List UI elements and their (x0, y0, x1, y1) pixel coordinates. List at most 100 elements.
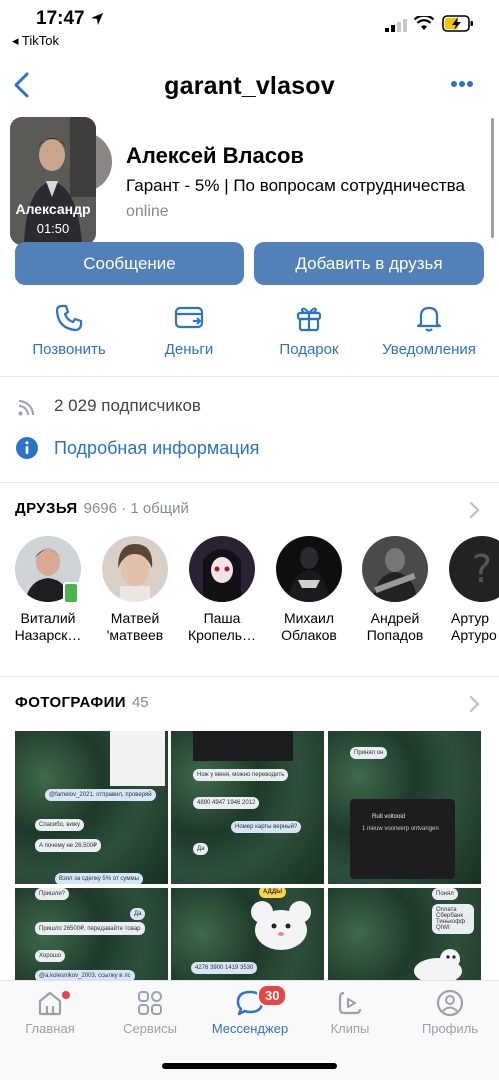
photo-text: Да (130, 908, 146, 920)
friend-surname: 'матвеев (106, 627, 164, 643)
friends-section-header[interactable]: ДРУЗЬЯ 9696 · 1 общий (15, 500, 189, 517)
sticker-mouse-image (251, 901, 311, 950)
story-duration: 01:50 (36, 221, 70, 236)
photo-text: Да (193, 843, 209, 855)
scrollbar[interactable] (491, 118, 494, 238)
notifications-action[interactable]: Уведомления (374, 303, 484, 358)
photo-text: @famelov_2021, отправил, проверяй (45, 789, 156, 801)
story-author-name: Александр (15, 201, 91, 217)
photo-thumbnail[interactable]: @famelov_2021, отправил, проверяй Спасиб… (15, 731, 168, 884)
profile-icon (436, 989, 464, 1017)
photo-text: АДДЫ (259, 888, 286, 898)
home-dot-badge (62, 991, 70, 999)
photo-text: Понял (432, 888, 458, 900)
friend-item[interactable]: Андрей Попадов (352, 536, 438, 644)
location-arrow-icon (91, 13, 103, 25)
friend-avatar: ? (449, 536, 499, 602)
friend-avatar (189, 536, 255, 602)
tab-messenger-label: Мессенджер (211, 1021, 289, 1036)
friend-surname: Назарск… (14, 627, 82, 643)
photo-text: А почему не 26.500₽ (35, 839, 101, 852)
tab-services-label: Сервисы (123, 1021, 177, 1036)
back-to-app-link[interactable]: ◂ TikTok (12, 33, 59, 49)
clips-icon (338, 991, 362, 1015)
gift-icon (296, 307, 322, 332)
wifi-icon (414, 16, 434, 30)
friend-name: Паша (203, 610, 241, 626)
tab-clips-label: Клипы (330, 1021, 370, 1036)
photos-section-header[interactable]: ФОТОГРАФИИ 45 (15, 694, 149, 711)
call-action[interactable]: Позвонить (14, 303, 124, 358)
money-transfer-icon (174, 306, 204, 329)
photo-text: Пришло 26500₽, передавайте товар (35, 922, 145, 935)
friend-item[interactable]: Паша Кропель… (179, 536, 265, 644)
nav-bar: garant_vlasov (0, 60, 499, 110)
call-label: Позвонить (32, 341, 106, 358)
profile-status-text: Гарант - 5% | По вопросам сотрудничества (126, 176, 465, 195)
friend-item[interactable]: Матвей 'матвеев (92, 536, 178, 644)
cellular-signal-icon (385, 18, 407, 37)
photo-text: 1 nieuw voorwerp ontvangen (362, 826, 439, 832)
friend-item[interactable]: Михаил Облаков (266, 536, 352, 644)
friend-avatar (362, 536, 428, 602)
bell-icon (416, 306, 442, 332)
tab-services[interactable]: Сервисы (100, 989, 200, 1036)
friend-avatar (102, 536, 168, 602)
photo-text: Спасибо, вижу (35, 819, 84, 831)
home-indicator (162, 1063, 337, 1069)
status-bar: 17:47 ◂ TikTok (0, 0, 499, 52)
photo-text: 4276 3900 1419 3530 (191, 962, 258, 974)
gift-action[interactable]: Подарок (254, 303, 364, 358)
add-friend-button[interactable]: Добавить в друзья (254, 242, 484, 285)
friends-count: 9696 · 1 общий (83, 500, 189, 517)
photo-text: 4890 4947 1946 2012 (193, 797, 260, 809)
money-label: Деньги (164, 341, 214, 358)
services-grid-icon (138, 991, 162, 1015)
tab-profile[interactable]: Профиль (400, 989, 499, 1036)
photo-screenshot-panel (110, 731, 165, 786)
photos-title: ФОТОГРАФИИ (15, 694, 126, 711)
info-icon (16, 437, 38, 459)
money-action[interactable]: Деньги (134, 303, 244, 358)
followers-count[interactable]: 2 029 подписчиков (54, 396, 201, 416)
message-button[interactable]: Сообщение (15, 242, 244, 285)
photo-text: Номер карты верный? (231, 821, 302, 833)
friend-surname: Кропель… (187, 627, 257, 643)
battery-charging-icon (442, 15, 473, 32)
friend-item[interactable]: ? Артур Артуро (439, 536, 499, 644)
photo-thumbnail[interactable]: Принял он Rutl voltooid 1 nieuw voorwerp… (328, 731, 481, 884)
details-link[interactable]: Подробная информация (54, 438, 259, 459)
followers-rss-icon (18, 400, 34, 416)
photo-text: Взял за сделку 5% от суммы (55, 873, 143, 884)
online-status: online (126, 203, 169, 220)
friend-avatar (276, 536, 342, 602)
tab-home-label: Главная (25, 1021, 75, 1036)
friend-name: Андрей (370, 610, 420, 626)
svg-text:?: ? (472, 547, 492, 591)
photo-thumbnail[interactable]: Нож у меня, можно переводить 4890 4947 1… (171, 731, 324, 884)
notifications-label: Уведомления (382, 341, 476, 358)
page-title: garant_vlasov (164, 72, 335, 100)
tab-clips[interactable]: Клипы (300, 989, 400, 1036)
photo-text: Хорошо (35, 950, 66, 962)
tab-profile-label: Профиль (421, 1021, 479, 1036)
messenger-unread-badge: 30 (257, 984, 288, 1007)
profile-name: Алексей Власов (126, 143, 304, 168)
tab-home[interactable]: Главная (0, 989, 100, 1036)
friends-title: ДРУЗЬЯ (15, 500, 78, 517)
more-horizontal-icon[interactable] (450, 80, 474, 88)
photo-text: Rutl voltooid (372, 814, 406, 820)
story-preview[interactable]: Александр 01:50 (10, 117, 96, 245)
divider (0, 482, 499, 483)
friend-surname: Облаков (281, 627, 337, 643)
friend-name: Матвей (110, 610, 160, 626)
friend-item[interactable]: Виталий Назарск… (5, 536, 91, 644)
photo-text: Оплата Сбербанк Тинькофф QIWI (432, 904, 474, 934)
phone-icon (55, 304, 83, 332)
gift-label: Подарок (279, 341, 339, 358)
chevron-right-icon[interactable] (468, 695, 480, 713)
divider (0, 376, 499, 377)
photo-text: Принял он (350, 747, 388, 759)
photos-count: 45 (131, 694, 149, 711)
chevron-right-icon[interactable] (468, 501, 480, 519)
